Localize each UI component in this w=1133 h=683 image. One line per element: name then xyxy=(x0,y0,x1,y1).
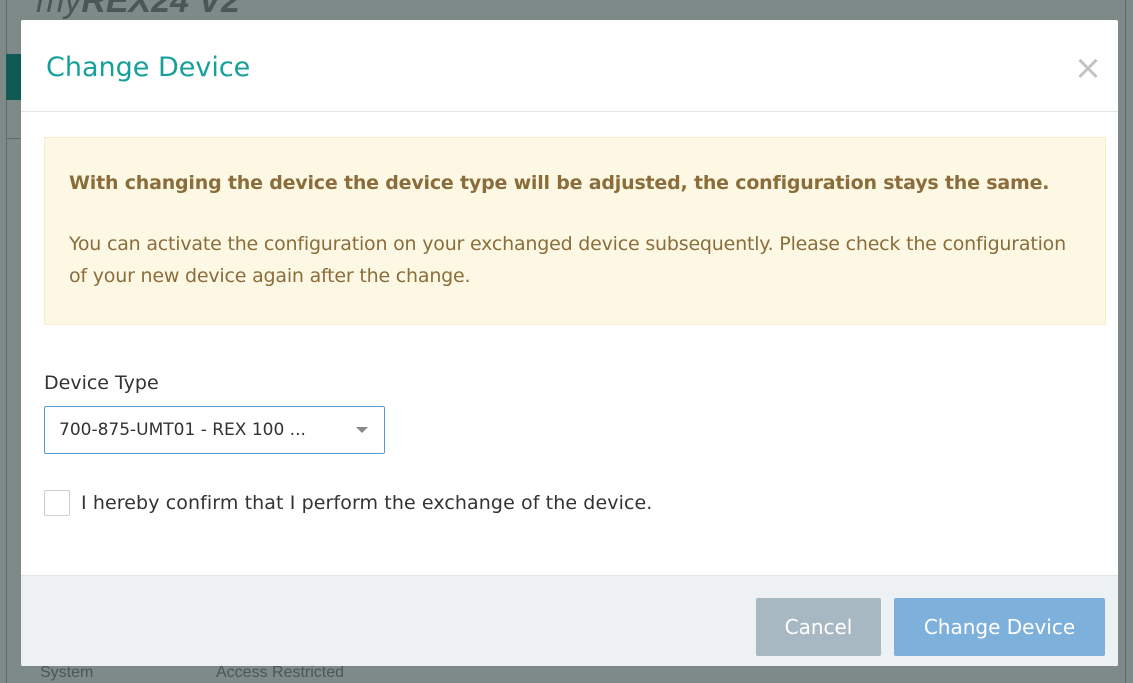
chevron-down-icon xyxy=(356,427,368,433)
confirm-row: I hereby confirm that I perform the exch… xyxy=(44,488,652,518)
change-device-modal: Change Device × With changing the device… xyxy=(21,20,1118,666)
background-divider xyxy=(6,138,22,139)
background-edge-right xyxy=(1125,0,1126,683)
change-device-button[interactable]: Change Device xyxy=(894,598,1105,656)
modal-header: Change Device × xyxy=(21,20,1118,112)
warning-alert: With changing the device the device type… xyxy=(44,137,1106,325)
device-type-label: Device Type xyxy=(44,372,159,394)
background-logo: myREX24 V2 xyxy=(36,0,241,20)
close-icon[interactable]: × xyxy=(1070,50,1106,86)
device-type-select[interactable]: 700-875-UMT01 - REX 100 ... xyxy=(44,406,385,454)
modal-title: Change Device xyxy=(46,52,251,83)
background-edge-left xyxy=(6,0,7,683)
confirm-label[interactable]: I hereby confirm that I perform the exch… xyxy=(81,492,652,514)
device-type-selected-value: 700-875-UMT01 - REX 100 ... xyxy=(59,420,306,440)
cancel-button[interactable]: Cancel xyxy=(756,598,881,656)
background-footer-system: System xyxy=(40,664,94,681)
alert-strong-text: With changing the device the device type… xyxy=(69,172,1050,194)
confirm-checkbox[interactable] xyxy=(44,490,70,516)
background-footer-access: Access Restricted xyxy=(216,664,345,681)
alert-text: You can activate the configuration on yo… xyxy=(69,233,1066,287)
modal-footer: Cancel Change Device xyxy=(21,575,1118,666)
